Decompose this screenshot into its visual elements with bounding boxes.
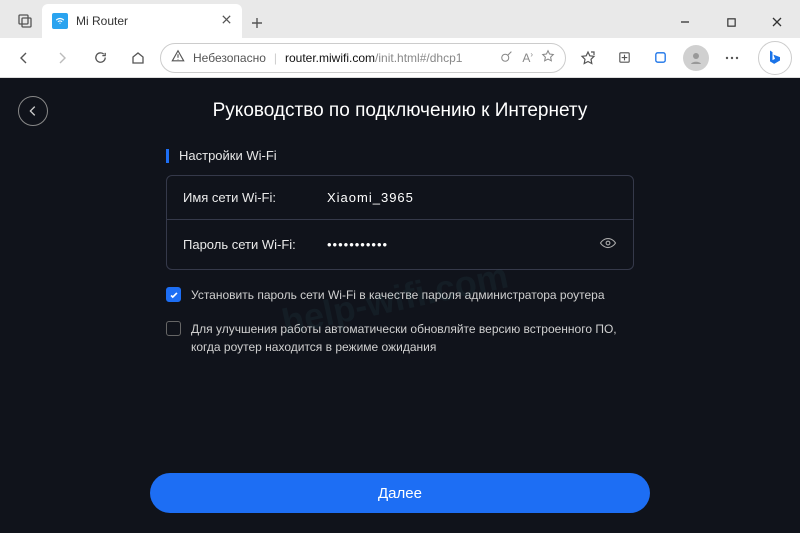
window-close-button[interactable] xyxy=(754,6,800,38)
extensions-button[interactable] xyxy=(644,42,676,74)
more-button[interactable] xyxy=(716,42,748,74)
password-value: ••••••••••• xyxy=(327,237,388,252)
tab-strip: Mi Router xyxy=(0,4,662,38)
password-field[interactable]: Пароль сети Wi-Fi: ••••••••••• xyxy=(167,219,633,269)
accent-bar-icon xyxy=(166,149,169,163)
tab-overview-icon[interactable] xyxy=(8,4,42,38)
ssid-label: Имя сети Wi-Fi: xyxy=(183,190,313,205)
tab-title: Mi Router xyxy=(76,14,128,28)
window-controls xyxy=(662,6,800,38)
password-label: Пароль сети Wi-Fi: xyxy=(183,237,313,252)
checkbox-autoupdate-label: Для улучшения работы автоматически обнов… xyxy=(191,320,634,356)
next-button[interactable]: Далее xyxy=(150,473,650,513)
next-button-label: Далее xyxy=(378,485,422,502)
checkbox-unchecked-icon xyxy=(166,321,181,336)
show-password-icon[interactable] xyxy=(599,234,617,255)
address-bar[interactable]: Небезопасно | router.miwifi.com/init.htm… xyxy=(160,43,566,73)
ssid-field[interactable]: Имя сети Wi-Fi: Xiaomi_3965 xyxy=(167,176,633,219)
bing-button[interactable] xyxy=(758,41,792,75)
ssid-value: Xiaomi_3965 xyxy=(327,190,414,205)
url-host: router.miwifi.com xyxy=(285,51,375,65)
nav-forward-button xyxy=(46,42,78,74)
nav-refresh-button[interactable] xyxy=(84,42,116,74)
url-path: /init.html#/dhcp1 xyxy=(375,51,462,65)
nav-home-button[interactable] xyxy=(122,42,154,74)
browser-tab[interactable]: Mi Router xyxy=(42,4,242,38)
checkbox-admin-label: Установить пароль сети Wi-Fi в качестве … xyxy=(191,286,605,304)
avatar-icon xyxy=(683,45,709,71)
page-back-button[interactable] xyxy=(18,96,48,126)
browser-toolbar: Небезопасно | router.miwifi.com/init.htm… xyxy=(0,38,800,78)
window-minimize-button[interactable] xyxy=(662,6,708,38)
text-size-icon[interactable]: A› xyxy=(522,50,533,65)
page-title: Руководство по подключению к Интернету xyxy=(0,78,800,122)
address-actions: A› xyxy=(500,49,555,66)
section-title: Настройки Wi-Fi xyxy=(179,148,277,163)
favicon-icon xyxy=(52,13,68,29)
favorite-icon[interactable] xyxy=(541,49,555,66)
reader-icon[interactable] xyxy=(500,49,514,66)
insecure-icon xyxy=(171,49,185,66)
collections-button[interactable] xyxy=(608,42,640,74)
profile-button[interactable] xyxy=(680,42,712,74)
checkbox-checked-icon xyxy=(166,287,181,302)
wifi-settings-form: Настройки Wi-Fi Имя сети Wi-Fi: Xiaomi_3… xyxy=(166,148,634,356)
checkbox-auto-update[interactable]: Для улучшения работы автоматически обнов… xyxy=(166,320,634,356)
new-tab-button[interactable] xyxy=(242,8,272,38)
section-header: Настройки Wi-Fi xyxy=(166,148,634,163)
page-content: Руководство по подключению к Интернету h… xyxy=(0,78,800,533)
insecure-label: Небезопасно xyxy=(193,51,266,65)
tab-close-icon[interactable] xyxy=(221,14,232,28)
field-box: Имя сети Wi-Fi: Xiaomi_3965 Пароль сети … xyxy=(166,175,634,270)
window-titlebar: Mi Router xyxy=(0,0,800,38)
favorites-button[interactable] xyxy=(572,42,604,74)
checkbox-set-admin-password[interactable]: Установить пароль сети Wi-Fi в качестве … xyxy=(166,286,634,304)
nav-back-button[interactable] xyxy=(8,42,40,74)
window-maximize-button[interactable] xyxy=(708,6,754,38)
